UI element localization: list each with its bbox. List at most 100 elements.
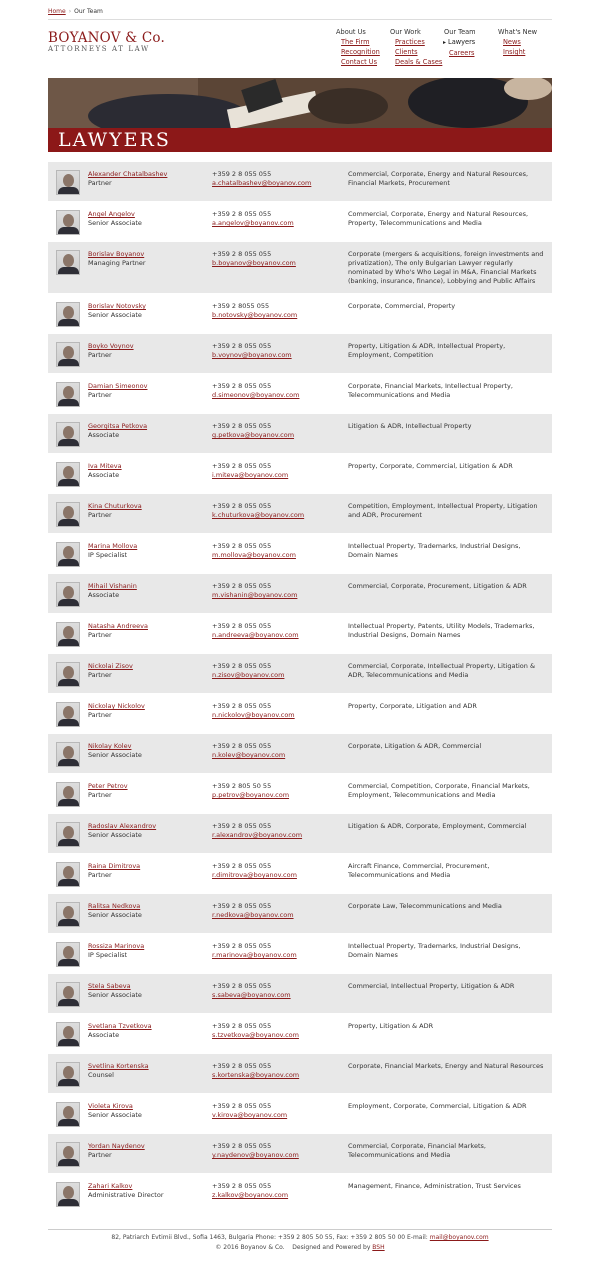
- lawyer-photo[interactable]: [56, 1182, 80, 1207]
- lawyer-name-link[interactable]: Stela Sabeva: [88, 982, 142, 991]
- nav-item-recognition[interactable]: Recognition: [341, 47, 380, 57]
- nav-item-deals-cases[interactable]: Deals & Cases: [395, 57, 442, 67]
- lawyer-name-link[interactable]: Svetlina Kortenska: [88, 1062, 149, 1071]
- lawyer-email-link[interactable]: a.chatalbashev@boyanov.com: [212, 179, 311, 188]
- lawyer-name-link[interactable]: Damian Simeonov: [88, 382, 147, 391]
- lawyer-photo[interactable]: [56, 502, 80, 527]
- lawyer-email-link[interactable]: r.marinova@boyanov.com: [212, 951, 297, 960]
- lawyer-email-link[interactable]: g.petkova@boyanov.com: [212, 431, 294, 440]
- lawyer-email-link[interactable]: n.nickolov@boyanov.com: [212, 711, 295, 720]
- lawyer-email-link[interactable]: n.zisov@boyanov.com: [212, 671, 284, 680]
- lawyer-name-link[interactable]: Svetlana Tzvetkova: [88, 1022, 152, 1031]
- lawyer-photo[interactable]: [56, 582, 80, 607]
- lawyer-photo[interactable]: [56, 1022, 80, 1047]
- lawyer-email-link[interactable]: i.miteva@boyanov.com: [212, 471, 288, 480]
- lawyer-photo[interactable]: [56, 622, 80, 647]
- lawyer-email-link[interactable]: b.boyanov@boyanov.com: [212, 259, 296, 268]
- lawyer-email-link[interactable]: k.chuturkova@boyanov.com: [212, 511, 304, 520]
- lawyer-email-link[interactable]: p.petrov@boyanov.com: [212, 791, 289, 800]
- lawyer-photo[interactable]: [56, 742, 80, 767]
- nav-item-practices[interactable]: Practices: [395, 37, 442, 47]
- lawyer-photo[interactable]: [56, 942, 80, 967]
- lawyer-name-link[interactable]: Raina Dimitrova: [88, 862, 140, 871]
- lawyer-role: Partner: [88, 1151, 112, 1159]
- lawyer-name-link[interactable]: Mihail Vishanin: [88, 582, 137, 591]
- breadcrumb-home-link[interactable]: Home: [48, 8, 66, 15]
- portrait-body: [58, 799, 79, 806]
- lawyer-name-link[interactable]: Yordan Naydenov: [88, 1142, 145, 1151]
- lawyer-name-link[interactable]: Violeta Kirova: [88, 1102, 142, 1111]
- lawyer-email-link[interactable]: v.kirova@boyanov.com: [212, 1111, 287, 1120]
- lawyer-email-link[interactable]: s.tzvetkova@boyanov.com: [212, 1031, 299, 1040]
- lawyer-name-link[interactable]: Marina Mollova: [88, 542, 137, 551]
- lawyer-photo[interactable]: [56, 542, 80, 567]
- lawyer-name-link[interactable]: Rossiza Marinova: [88, 942, 144, 951]
- lawyer-phone: +359 2 8 055 055: [212, 662, 272, 670]
- lawyer-email-link[interactable]: y.naydenov@boyanov.com: [212, 1151, 299, 1160]
- nav-item-news[interactable]: News: [503, 37, 537, 47]
- nav-item-contact-us[interactable]: Contact Us: [341, 57, 380, 67]
- lawyer-name-link[interactable]: Kina Chuturkova: [88, 502, 142, 511]
- lawyer-email-link[interactable]: a.angelov@boyanov.com: [212, 219, 294, 228]
- lawyer-photo[interactable]: [56, 782, 80, 807]
- lawyer-name-link[interactable]: Borislav Notovsky: [88, 302, 146, 311]
- lawyer-name-link[interactable]: Iva Miteva: [88, 462, 122, 471]
- lawyer-name-link[interactable]: Borislav Boyanov: [88, 250, 146, 259]
- lawyer-photo[interactable]: [56, 422, 80, 447]
- lawyer-email-link[interactable]: b.notovsky@boyanov.com: [212, 311, 297, 320]
- nav-item-the-firm[interactable]: The Firm: [341, 37, 380, 47]
- lawyer-email-link[interactable]: m.vishanin@boyanov.com: [212, 591, 297, 600]
- lawyer-photo[interactable]: [56, 1142, 80, 1167]
- lawyer-practice-areas: Aircraft Finance, Commercial, Procuremen…: [348, 862, 490, 879]
- lawyer-row: Stela Sabeva Senior Associate +359 2 8 055…: [48, 974, 552, 1014]
- nav-item-careers[interactable]: Careers: [449, 48, 476, 58]
- lawyer-email-link[interactable]: s.sabeva@boyanov.com: [212, 991, 291, 1000]
- lawyer-photo[interactable]: [56, 822, 80, 847]
- lawyer-photo[interactable]: [56, 462, 80, 487]
- lawyer-email-link[interactable]: r.dimitrova@boyanov.com: [212, 871, 297, 880]
- lawyer-name-link[interactable]: Ralitsa Nedkova: [88, 902, 142, 911]
- lawyer-email-link[interactable]: n.kolev@boyanov.com: [212, 751, 285, 760]
- lawyer-name-link[interactable]: Boyko Voynov: [88, 342, 134, 351]
- lawyer-photo[interactable]: [56, 302, 80, 327]
- portrait-body: [58, 1079, 79, 1086]
- lawyer-name-link[interactable]: Natasha Andreeva: [88, 622, 148, 631]
- lawyer-identity: Stela Sabeva Senior Associate: [88, 982, 142, 1000]
- footer-powered-link[interactable]: BSH: [372, 1244, 384, 1251]
- footer-email-link[interactable]: mail@boyanov.com: [430, 1234, 489, 1241]
- lawyer-name-link[interactable]: Radoslav Alexandrov: [88, 822, 156, 831]
- lawyer-email-link[interactable]: n.andreeva@boyanov.com: [212, 631, 299, 640]
- lawyer-email-link[interactable]: m.mollova@boyanov.com: [212, 551, 296, 560]
- lawyer-photo[interactable]: [56, 1062, 80, 1087]
- lawyer-email-link[interactable]: z.kalkov@boyanov.com: [212, 1191, 288, 1200]
- logo[interactable]: BOYANOV & Co. ATTORNEYS AT LAW: [48, 31, 165, 54]
- lawyer-photo[interactable]: [56, 382, 80, 407]
- lawyer-photo[interactable]: [56, 982, 80, 1007]
- lawyer-photo[interactable]: [56, 170, 80, 195]
- lawyer-photo[interactable]: [56, 662, 80, 687]
- lawyer-photo[interactable]: [56, 250, 80, 275]
- lawyer-photo[interactable]: [56, 702, 80, 727]
- lawyer-name-link[interactable]: Zahari Kalkov: [88, 1182, 164, 1191]
- lawyer-photo[interactable]: [56, 342, 80, 367]
- lawyer-email-link[interactable]: r.alexandrov@boyanov.com: [212, 831, 302, 840]
- lawyer-name-link[interactable]: Peter Petrov: [88, 782, 128, 791]
- lawyer-photo[interactable]: [56, 210, 80, 235]
- lawyer-photo[interactable]: [56, 862, 80, 887]
- lawyer-name-link[interactable]: Georgitsa Petkova: [88, 422, 147, 431]
- nav-item-insight[interactable]: Insight: [503, 47, 537, 57]
- lawyer-name-link[interactable]: Nickolay Nickolov: [88, 702, 145, 711]
- nav-item-clients[interactable]: Clients: [395, 47, 442, 57]
- lawyer-email-link[interactable]: r.nedkova@boyanov.com: [212, 911, 294, 920]
- lawyer-name-link[interactable]: Nikolay Kolev: [88, 742, 142, 751]
- lawyer-name-link[interactable]: Nickolai Zisov: [88, 662, 133, 671]
- lawyer-name-link[interactable]: Alexander Chatalbashev: [88, 170, 167, 179]
- lawyer-email-link[interactable]: b.voynov@boyanov.com: [212, 351, 292, 360]
- lawyer-name-link[interactable]: Angel Angelov: [88, 210, 142, 219]
- nav-item-lawyers[interactable]: Lawyers: [448, 37, 476, 48]
- lawyer-practice-areas: Commercial, Corporate, Energy and Natura…: [348, 170, 529, 187]
- lawyer-email-link[interactable]: s.kortenska@boyanov.com: [212, 1071, 299, 1080]
- lawyer-photo[interactable]: [56, 1102, 80, 1127]
- lawyer-photo[interactable]: [56, 902, 80, 927]
- lawyer-email-link[interactable]: d.simeonov@boyanov.com: [212, 391, 299, 400]
